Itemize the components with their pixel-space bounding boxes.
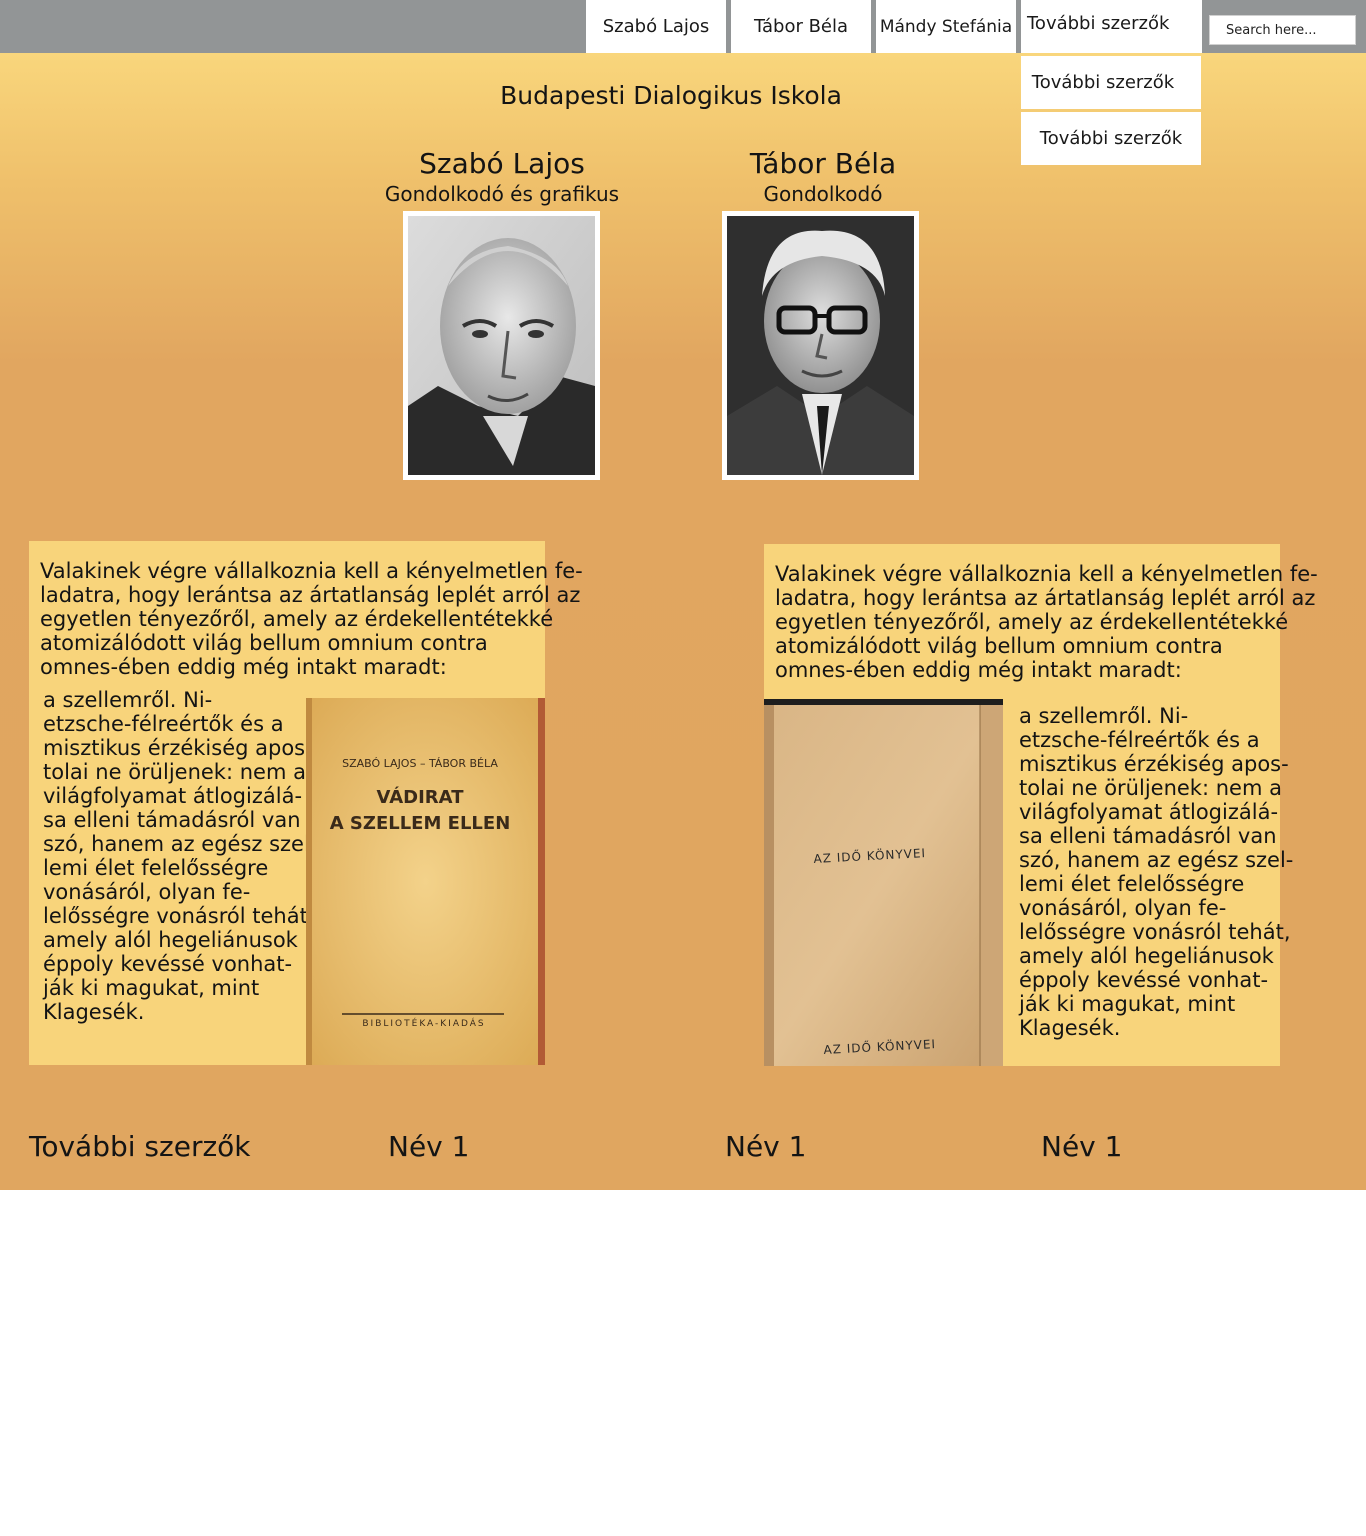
cover-title-line2: A SZELLEM ELLEN [330,813,511,834]
nav-item-szabo-lajos[interactable]: Szabó Lajos [586,0,726,53]
cover-authors: SZABÓ LAJOS – TÁBOR BÉLA [342,757,498,770]
intro-paragraph: Valakinek végre vállalkoznia kell a kény… [775,562,1318,682]
author-name: Tábor Béla [749,147,897,180]
text-card: Valakinek végre vállalkoznia kell a kény… [29,541,583,1065]
dropdown-item-tovabbi-szerzok[interactable]: További szerzők [1021,112,1201,165]
search-input[interactable] [1209,15,1356,45]
footer-author-link[interactable]: Név 1 [1041,1130,1122,1163]
book-cover-vadirat: SZABÓ LAJOS – TÁBOR BÉLA VÁDIRAT A SZELL… [306,698,545,1065]
portrait-photo-tabor-bela [722,211,919,480]
footer-author-link[interactable]: Név 1 [388,1130,469,1163]
nav-item-tovabbi-szerzok[interactable]: További szerzők [1021,0,1202,53]
main-content: Budapesti Dialogikus Iskola Szabó Lajos … [0,53,1366,1190]
footer-authors-row: További szerzők Név 1 Név 1 Név 1 [0,1130,1366,1170]
body-paragraph: a szellemről. Ni- etzsche-félreértők és … [1019,704,1294,1040]
nav-item-tabor-bela[interactable]: Tábor Béla [731,0,871,53]
body-paragraph: a szellemről. Ni- etzsche-félreértők és … [43,688,318,1024]
author-header: Szabó Lajos Gondolkodó és grafikus [372,148,632,208]
nav-item-mandy-stefania[interactable]: Mándy Stefánia [876,0,1016,53]
book-cover-az-ido-konyvei: AZ IDŐ KÖNYVEI AZ IDŐ KÖNYVEI [764,699,1003,1066]
author-header: Tábor Béla Gondolkodó [693,148,953,208]
dropdown-item-tovabbi-szerzok[interactable]: További szerzők [1021,56,1201,109]
footer-author-link[interactable]: Név 1 [725,1130,806,1163]
cover-publisher: BIBLIOTÉKA-KIADÁS [362,1017,485,1029]
intro-paragraph: Valakinek végre vállalkoznia kell a kény… [40,559,583,679]
text-card: Valakinek végre vállalkoznia kell a kény… [764,544,1318,1066]
author-role: Gondolkodó és grafikus [384,182,620,206]
cover-title-line1: VÁDIRAT [377,786,465,808]
author-role: Gondolkodó [763,182,883,206]
footer-title: További szerzők [29,1130,251,1163]
author-name: Szabó Lajos [419,147,585,180]
portrait-photo-szabo-lajos [403,211,600,480]
